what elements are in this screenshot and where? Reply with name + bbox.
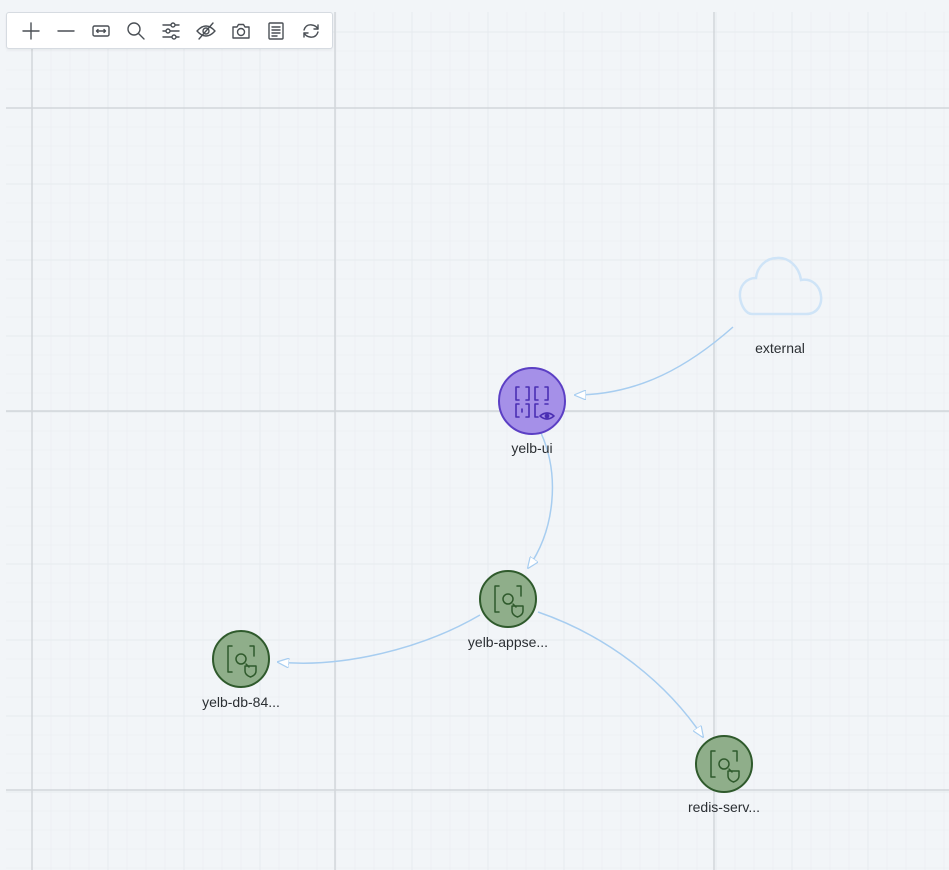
node-label-yelb-appserver: yelb-appse... — [468, 634, 548, 650]
node-label-redis-server: redis-serv... — [688, 799, 760, 815]
topology-canvas[interactable]: external yelb-ui yelb-appse... yelb-db-8… — [0, 0, 949, 870]
document-icon — [267, 21, 284, 40]
sliders-icon — [161, 21, 180, 40]
zoom-in-button[interactable] — [13, 13, 48, 48]
node-label-yelb-db: yelb-db-84... — [202, 694, 280, 710]
refresh-button[interactable] — [293, 13, 328, 48]
eye-off-icon — [195, 21, 216, 40]
workload-node-circle — [695, 735, 753, 793]
minus-icon — [56, 29, 75, 32]
search-button[interactable] — [118, 13, 153, 48]
edge-external-to-yelb-ui[interactable] — [575, 326, 734, 395]
fit-to-screen-button[interactable] — [83, 13, 118, 48]
legend-button[interactable] — [258, 13, 293, 48]
workload-node-circle — [479, 570, 537, 628]
hide-button[interactable] — [188, 13, 223, 48]
workload-node-circle — [212, 630, 270, 688]
plus-icon — [21, 21, 40, 40]
node-yelb-ui[interactable]: yelb-ui — [498, 367, 566, 456]
node-external[interactable]: external — [738, 256, 823, 356]
background-grid — [6, 12, 949, 870]
service-node-circle — [498, 367, 566, 435]
refresh-icon — [302, 23, 319, 38]
zoom-out-button[interactable] — [48, 13, 83, 48]
node-label-yelb-ui: yelb-ui — [511, 440, 552, 456]
node-label-external: external — [755, 340, 805, 356]
cloud-icon — [738, 256, 823, 316]
node-redis-server[interactable]: redis-serv... — [688, 735, 760, 815]
search-icon — [126, 21, 145, 40]
node-yelb-db[interactable]: yelb-db-84... — [202, 630, 280, 710]
camera-icon — [231, 23, 250, 39]
fit-icon — [91, 24, 110, 37]
graph-toolbar — [6, 12, 333, 49]
filter-button[interactable] — [153, 13, 188, 48]
screenshot-button[interactable] — [223, 13, 258, 48]
